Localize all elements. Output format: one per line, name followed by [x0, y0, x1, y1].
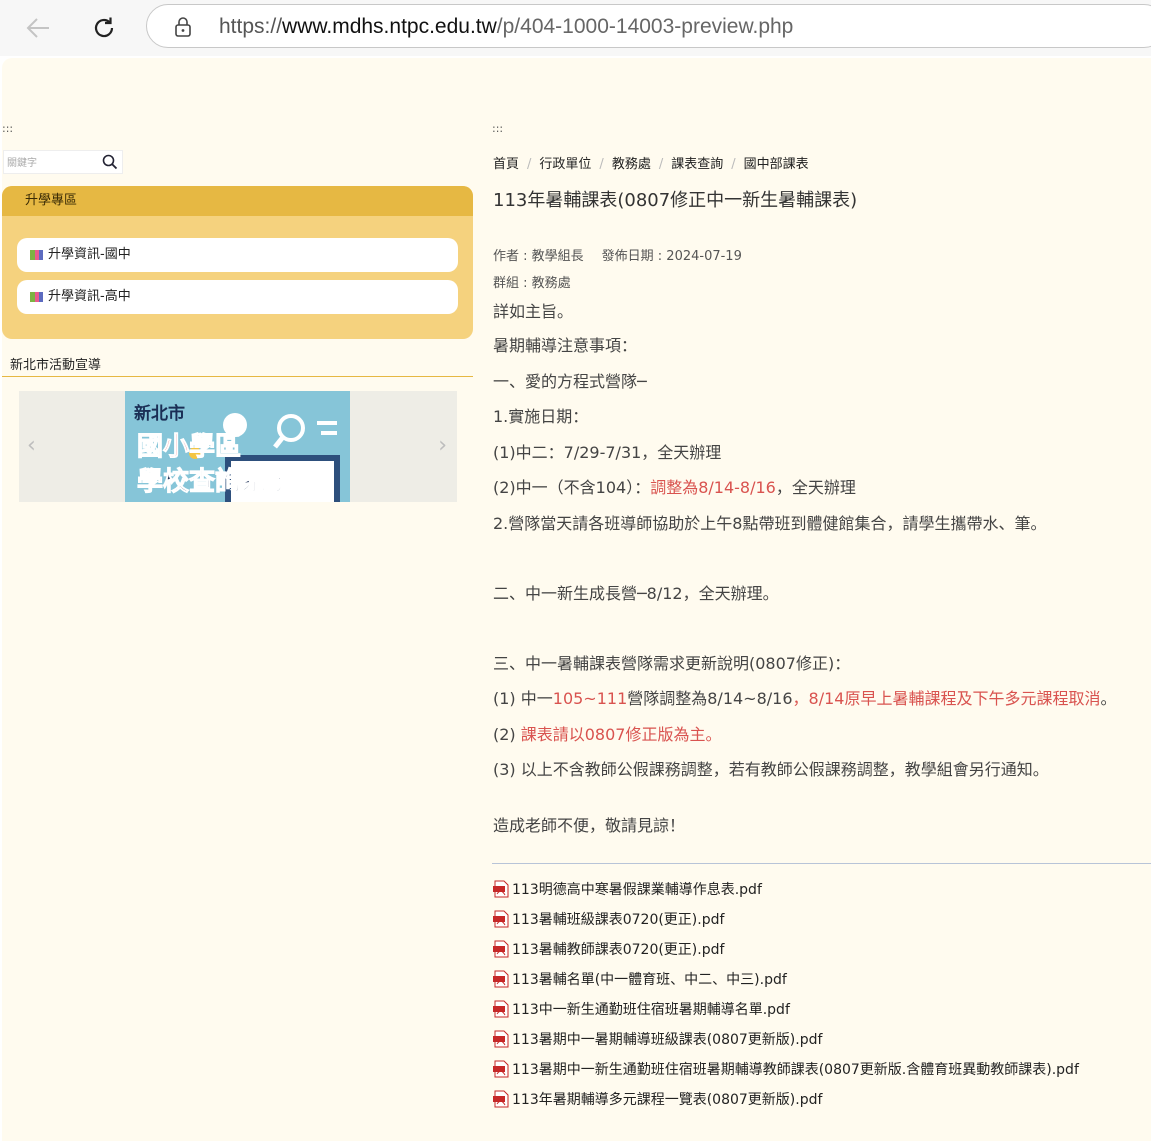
- page-title: 113年暑輔課表(0807修正中一新生暑輔課表): [493, 190, 858, 211]
- back-button[interactable]: [20, 10, 56, 46]
- breadcrumb-separator: /: [599, 157, 604, 172]
- left-accesskey-anchor[interactable]: :::: [2, 122, 13, 135]
- reload-icon: [94, 17, 114, 38]
- url-scheme: https://: [219, 15, 283, 38]
- article-date: 發佈日期 : 2024-07-19: [601, 249, 742, 264]
- content-text: (1) 中一: [493, 689, 553, 708]
- content-text: 營隊調整為8/14~8/16: [627, 689, 793, 708]
- content-line: 1.實施日期：: [493, 407, 589, 426]
- attachment-name: 113暑輔班級課表0720(更正).pdf: [512, 912, 725, 928]
- content-line: 詳如主旨。: [493, 302, 574, 321]
- article-author: 作者 : 教學組長: [493, 249, 584, 264]
- banner-line1: 新北市: [134, 404, 185, 424]
- banner-line3: 學校查詢系統: [136, 467, 294, 498]
- breadcrumb-separator: /: [658, 157, 664, 172]
- panel-item-label: 升學資訊-國中: [48, 247, 131, 262]
- panel-title: 升學專區: [2, 186, 473, 216]
- content-line: (1)中二：7/29-7/31，全天辦理: [493, 443, 722, 462]
- attachments-divider: [492, 863, 1151, 864]
- lock-icon: [175, 17, 191, 37]
- content-text: 。: [1100, 689, 1117, 708]
- breadcrumb: 首頁 / 行政單位 / 教務處 / 課表查詢 / 國中部課表: [493, 153, 809, 172]
- url-path: /p/404-1000-14003-preview.php: [496, 15, 794, 38]
- content-line: 造成老師不便，敬請見諒！: [493, 816, 686, 835]
- attachment-name: 113明德高中寒暑假課業輔導作息表.pdf: [512, 882, 762, 898]
- content-line: 三、中一暑輔課表營隊需求更新說明(0807修正)：: [493, 654, 851, 673]
- attachment-name: 113暑輔名單(中一體育班、中二、中三).pdf: [512, 972, 787, 988]
- highlight-text: 課表請以0807修正版為主。: [520, 725, 722, 744]
- attachment-link[interactable]: 113暑輔教師課表0720(更正).pdf: [493, 939, 724, 959]
- attachment-link[interactable]: 113年暑期輔導多元課程一覽表(0807更新版).pdf: [493, 1089, 822, 1109]
- highlight-text: 調整為8/14-8/16: [650, 478, 776, 497]
- breadcrumb-academic[interactable]: 教務處: [612, 157, 651, 172]
- pdf-file-icon: [493, 1000, 509, 1018]
- attachment-name: 113中一新生通勤班住宿班暑期輔導名單.pdf: [512, 1002, 790, 1018]
- banner-line2: 國小學區: [136, 432, 242, 463]
- promo-carousel: ‹ 新北市 國小學區 學校查詢系統 ›: [19, 391, 457, 502]
- content-line: 二、中一新生成長營─8/12，全天辦理。: [493, 584, 779, 603]
- article-group: 群組 : 教務處: [493, 276, 571, 291]
- sidebar-search: [3, 150, 123, 174]
- page-content: ::: ::: 升學專區 升學資訊-國中 升學資訊-高中 新北市活動宣導 ‹: [2, 58, 1151, 1141]
- breadcrumb-home[interactable]: 首頁: [493, 157, 519, 172]
- content-text: (2)中一（不含104）：: [493, 478, 651, 497]
- pdf-file-icon: [493, 880, 509, 898]
- pdf-file-icon: [493, 1060, 509, 1078]
- highlight-text: 105~111: [552, 689, 628, 708]
- content-text: (2): [493, 725, 521, 744]
- book-icon: [30, 249, 44, 261]
- promo-banner[interactable]: 新北市 國小學區 學校查詢系統: [125, 391, 350, 502]
- attachment-name: 113暑期中一新生通勤班住宿班暑期輔導教師課表(0807更新版.含體育班異動教師…: [512, 1062, 1079, 1078]
- content-line: (1) 中一105~111營隊調整為8/14~8/16，8/14原早上暑輔課程及…: [493, 685, 1116, 709]
- url-text: https://www.mdhs.ntpc.edu.tw/p/404-1000-…: [219, 15, 793, 39]
- content-line: 暑期輔導注意事項：: [493, 336, 638, 355]
- attachment-link[interactable]: 113中一新生通勤班住宿班暑期輔導名單.pdf: [493, 999, 790, 1019]
- panel-item-senior[interactable]: 升學資訊-高中: [17, 280, 458, 314]
- promo-divider: [2, 376, 473, 377]
- content-line: 2.營隊當天請各班導師協助於上午8點帶班到體健館集合，請學生攜帶水、筆。: [493, 514, 1047, 533]
- pdf-file-icon: [493, 1030, 509, 1048]
- pdf-file-icon: [493, 940, 509, 958]
- breadcrumb-schedule[interactable]: 課表查詢: [671, 157, 723, 172]
- pdf-file-icon: [493, 1090, 509, 1108]
- breadcrumb-junior-schedule[interactable]: 國中部課表: [744, 157, 809, 172]
- url-host: www.mdhs.ntpc.edu.tw: [282, 15, 497, 38]
- content-line: (2) 課表請以0807修正版為主。: [493, 721, 721, 745]
- browser-toolbar: https://www.mdhs.ntpc.edu.tw/p/404-1000-…: [0, 0, 1151, 56]
- attachment-name: 113暑輔教師課表0720(更正).pdf: [512, 942, 725, 958]
- attachment-name: 113暑期中一暑期輔導班級課表(0807更新版).pdf: [512, 1032, 823, 1048]
- attachment-link[interactable]: 113暑期中一暑期輔導班級課表(0807更新版).pdf: [493, 1029, 822, 1049]
- attachment-name: 113年暑期輔導多元課程一覽表(0807更新版).pdf: [512, 1092, 823, 1108]
- content-line: (3) 以上不含教師公假課務調整，若有教師公假課務調整，教學組會另行通知。: [493, 760, 1049, 779]
- search-input[interactable]: [4, 153, 98, 174]
- carousel-next-icon[interactable]: ›: [438, 433, 447, 458]
- breadcrumb-admin[interactable]: 行政單位: [539, 157, 591, 172]
- panel-item-label: 升學資訊-高中: [48, 289, 131, 304]
- content-text: ，全天辦理: [775, 478, 856, 497]
- book-icon: [30, 291, 44, 303]
- promo-section-title: 新北市活動宣導: [10, 358, 102, 373]
- pdf-file-icon: [493, 910, 509, 928]
- panel-item-junior[interactable]: 升學資訊-國中: [17, 238, 458, 272]
- content-line: 一、愛的方程式營隊─: [493, 372, 647, 391]
- attachment-link[interactable]: 113暑期中一新生通勤班住宿班暑期輔導教師課表(0807更新版.含體育班異動教師…: [493, 1059, 1079, 1079]
- content-line: (2)中一（不含104）：調整為8/14-8/16，全天辦理: [493, 474, 856, 498]
- breadcrumb-separator: /: [527, 157, 532, 172]
- pdf-file-icon: [493, 970, 509, 988]
- highlight-text: ，8/14原早上暑輔課程及下午多元課程取消: [792, 689, 1101, 708]
- reload-button[interactable]: [86, 10, 122, 46]
- search-icon[interactable]: [102, 154, 118, 170]
- back-arrow-icon: [26, 18, 49, 38]
- main-accesskey-anchor[interactable]: :::: [492, 122, 503, 135]
- attachment-link[interactable]: 113暑輔班級課表0720(更正).pdf: [493, 909, 724, 929]
- admission-panel: 升學專區 升學資訊-國中 升學資訊-高中: [2, 186, 473, 339]
- article-meta: 作者 : 教學組長 發佈日期 : 2024-07-19: [493, 245, 742, 264]
- breadcrumb-separator: /: [731, 157, 736, 172]
- carousel-prev-icon[interactable]: ‹: [27, 433, 36, 458]
- address-bar[interactable]: https://www.mdhs.ntpc.edu.tw/p/404-1000-…: [146, 4, 1151, 48]
- attachment-link[interactable]: 113明德高中寒暑假課業輔導作息表.pdf: [493, 879, 762, 899]
- attachment-link[interactable]: 113暑輔名單(中一體育班、中二、中三).pdf: [493, 969, 787, 989]
